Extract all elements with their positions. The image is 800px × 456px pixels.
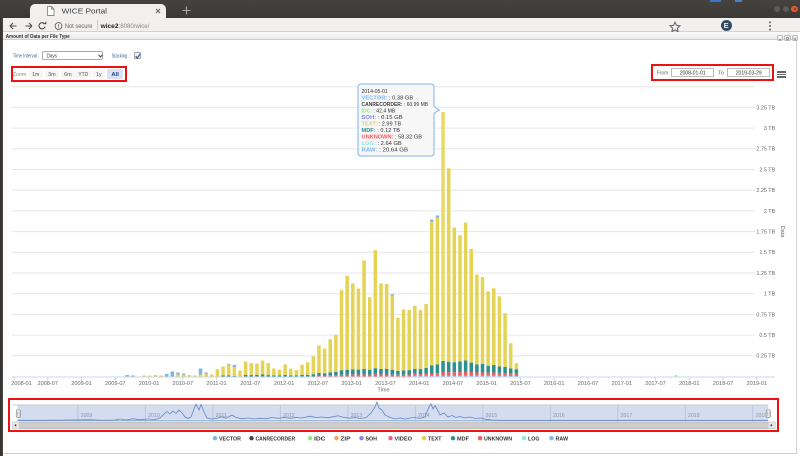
svg-text:Time: Time: [377, 387, 389, 393]
svg-text:2015-01: 2015-01: [476, 381, 497, 387]
svg-text:2018-07: 2018-07: [713, 381, 734, 387]
svg-text:2010-07: 2010-07: [173, 381, 194, 387]
svg-text:MDF: : 0.12 TB: MDF: : 0.12 TB: [362, 128, 401, 134]
svg-text:Data: Data: [779, 226, 785, 239]
svg-text:LOG: LOG: [528, 436, 540, 442]
svg-text:2010-01: 2010-01: [139, 381, 160, 387]
svg-text:2013-07: 2013-07: [375, 381, 396, 387]
svg-text:IDC: IDC: [314, 436, 326, 442]
svg-text:2017-01: 2017-01: [611, 381, 632, 387]
svg-text:TEXT: : 2.99 TB: TEXT: : 2.99 TB: [362, 121, 402, 127]
svg-text:RAW: : 20.64 GB: RAW: : 20.64 GB: [362, 147, 409, 153]
svg-text:2012-07: 2012-07: [308, 381, 329, 387]
svg-text:2015-07: 2015-07: [510, 381, 531, 387]
svg-text:WICE Portal: WICE Portal: [62, 6, 108, 15]
svg-text:1.5 TB: 1.5 TB: [759, 250, 775, 256]
svg-text:wice2: wice2: [100, 23, 119, 30]
svg-text:2014-05-01: 2014-05-01: [362, 89, 388, 95]
svg-text:IDC: : 42.4 MB: IDC: : 42.4 MB: [362, 109, 396, 115]
svg-text:Not secure: Not secure: [65, 23, 93, 30]
svg-text:CANRECORDER: CANRECORDER: [256, 436, 296, 442]
svg-text:2011-01: 2011-01: [207, 381, 227, 387]
svg-text:SOH: SOH: [366, 436, 378, 442]
svg-text:2.5 TB: 2.5 TB: [759, 167, 775, 173]
svg-text:UNKNOWN: : 58.32 GB: UNKNOWN: : 58.32 GB: [362, 134, 423, 140]
svg-text:Amount of Data per File Type: Amount of Data per File Type: [6, 34, 70, 40]
svg-text:SOH: : 0.15 GB: SOH: : 0.15 GB: [362, 115, 404, 121]
svg-text:2017-07: 2017-07: [645, 381, 666, 387]
svg-text:2013-01: 2013-01: [341, 381, 362, 387]
svg-text:RAW: RAW: [556, 436, 569, 442]
svg-text:Days: Days: [47, 53, 58, 59]
svg-text:0.25 TB: 0.25 TB: [756, 354, 775, 360]
svg-text:2.25 TB: 2.25 TB: [756, 188, 775, 194]
svg-text:2009-01: 2009-01: [71, 381, 92, 387]
svg-text:1.25 TB: 1.25 TB: [756, 271, 775, 277]
svg-text:2014-07: 2014-07: [443, 381, 464, 387]
svg-text:2014-01: 2014-01: [409, 381, 430, 387]
svg-text:2018-01: 2018-01: [679, 381, 700, 387]
svg-text:VIDEO: VIDEO: [395, 436, 413, 442]
svg-text:2012-01: 2012-01: [274, 381, 295, 387]
svg-text:CANRECORDER: : 60.99 MB: CANRECORDER: : 60.99 MB: [362, 102, 429, 108]
svg-text:2009-07: 2009-07: [105, 381, 126, 387]
svg-text:LOG: : 2.64 GB: LOG: : 2.64 GB: [362, 141, 403, 147]
svg-text:2019-01: 2019-01: [746, 381, 767, 387]
svg-text:2.75 TB: 2.75 TB: [756, 147, 775, 153]
svg-text:ZIP: ZIP: [341, 436, 351, 442]
svg-text:3.25 TB: 3.25 TB: [756, 105, 775, 111]
svg-text:Time Interval :: Time Interval :: [13, 53, 40, 59]
svg-text:3 TB: 3 TB: [764, 126, 776, 132]
svg-text:2008-07: 2008-07: [37, 381, 58, 387]
svg-text:0.5 TB: 0.5 TB: [759, 333, 775, 339]
svg-text:1.75 TB: 1.75 TB: [756, 230, 775, 236]
svg-text:2011-07: 2011-07: [240, 381, 260, 387]
svg-text:UNKNOWN: UNKNOWN: [484, 436, 512, 442]
svg-text:VECTOR: : 0.38 GB: VECTOR: : 0.38 GB: [362, 96, 414, 102]
svg-text:2016-07: 2016-07: [578, 381, 599, 387]
svg-text:TEXT: TEXT: [428, 436, 442, 442]
svg-text::8080/wice/: :8080/wice/: [119, 23, 150, 30]
svg-text:1 TB: 1 TB: [764, 292, 776, 298]
svg-text:VECTOR: VECTOR: [219, 436, 242, 442]
svg-text:0.75 TB: 0.75 TB: [756, 312, 775, 318]
svg-text:2 TB: 2 TB: [764, 209, 776, 215]
svg-text:2008-01: 2008-01: [11, 381, 32, 387]
svg-text:MDF: MDF: [457, 436, 469, 442]
svg-text:2016-01: 2016-01: [544, 381, 565, 387]
svg-text:Stacking :: Stacking :: [112, 53, 130, 59]
